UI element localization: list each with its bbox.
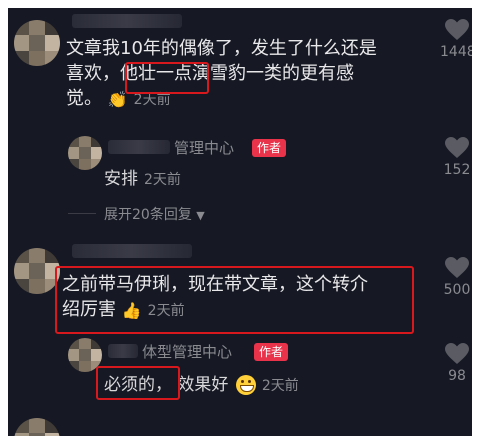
commenter-avatar[interactable] xyxy=(14,248,60,294)
grinning-face-emoji xyxy=(236,375,256,395)
commenter-avatar[interactable] xyxy=(14,418,60,436)
reply-timestamp: 2天前 xyxy=(144,172,181,188)
author-badge: 作者 xyxy=(254,343,288,361)
reply-author-name[interactable]: 管理中心 xyxy=(174,137,234,158)
divider-line xyxy=(68,213,96,214)
like-count: 500 xyxy=(440,282,472,298)
like-count: 98 xyxy=(440,368,472,384)
reply-avatar[interactable] xyxy=(68,136,102,170)
reply-body[interactable]: 安排 2天前 xyxy=(104,164,181,189)
heart-icon xyxy=(444,18,470,42)
commenter-avatar[interactable] xyxy=(14,20,60,66)
reply-text: 安排 xyxy=(104,169,138,189)
like-count: 152 xyxy=(440,162,472,178)
like-button[interactable]: 1448 xyxy=(440,18,472,60)
expand-replies-button[interactable]: 展开20条回复 ▼ xyxy=(104,204,205,224)
reply-name-blurred xyxy=(108,140,170,154)
like-button[interactable]: 152 xyxy=(440,136,472,178)
like-count: 1448 xyxy=(440,44,472,60)
comment-panel: 文章我10年的偶像了，发生了什么还是 喜欢，他壮一点演雪豹一类的更有感 觉。 👏… xyxy=(8,8,472,436)
reply-name-blurred xyxy=(108,344,138,358)
reply-text: 效果好 xyxy=(177,375,228,395)
comment-line: 喜欢，他壮一点演雪豹一类的更有感 xyxy=(66,61,426,86)
comment-line: 觉。 👏2天前 xyxy=(66,86,426,113)
triangle-down-icon: ▼ xyxy=(196,209,204,222)
like-button[interactable]: 500 xyxy=(440,256,472,298)
expand-replies-label: 展开20条回复 xyxy=(104,207,192,223)
comment-text-segment: 演雪豹一类的更有感 xyxy=(192,63,354,84)
comment-line: 文章我10年的偶像了，发生了什么还是 xyxy=(66,36,426,61)
highlight-box xyxy=(96,366,180,400)
commenter-name-blurred[interactable] xyxy=(72,14,182,28)
comment-text-segment: 觉。 xyxy=(66,88,102,109)
like-button[interactable]: 98 xyxy=(440,342,472,384)
comment-text-segment: 喜欢， xyxy=(66,63,120,84)
commenter-name-blurred[interactable] xyxy=(72,244,192,258)
heart-icon xyxy=(444,136,470,160)
reply-timestamp: 2天前 xyxy=(262,378,299,394)
highlight-box xyxy=(125,62,209,94)
reply-author-name[interactable]: 体型管理中心 xyxy=(142,341,232,362)
comment-body[interactable]: 文章我10年的偶像了，发生了什么还是 喜欢，他壮一点演雪豹一类的更有感 觉。 👏… xyxy=(66,36,426,113)
highlight-box xyxy=(55,266,414,334)
author-badge: 作者 xyxy=(252,139,286,157)
heart-icon xyxy=(444,256,470,280)
heart-icon xyxy=(444,342,470,366)
comment-timestamp: 2天前 xyxy=(134,92,171,108)
